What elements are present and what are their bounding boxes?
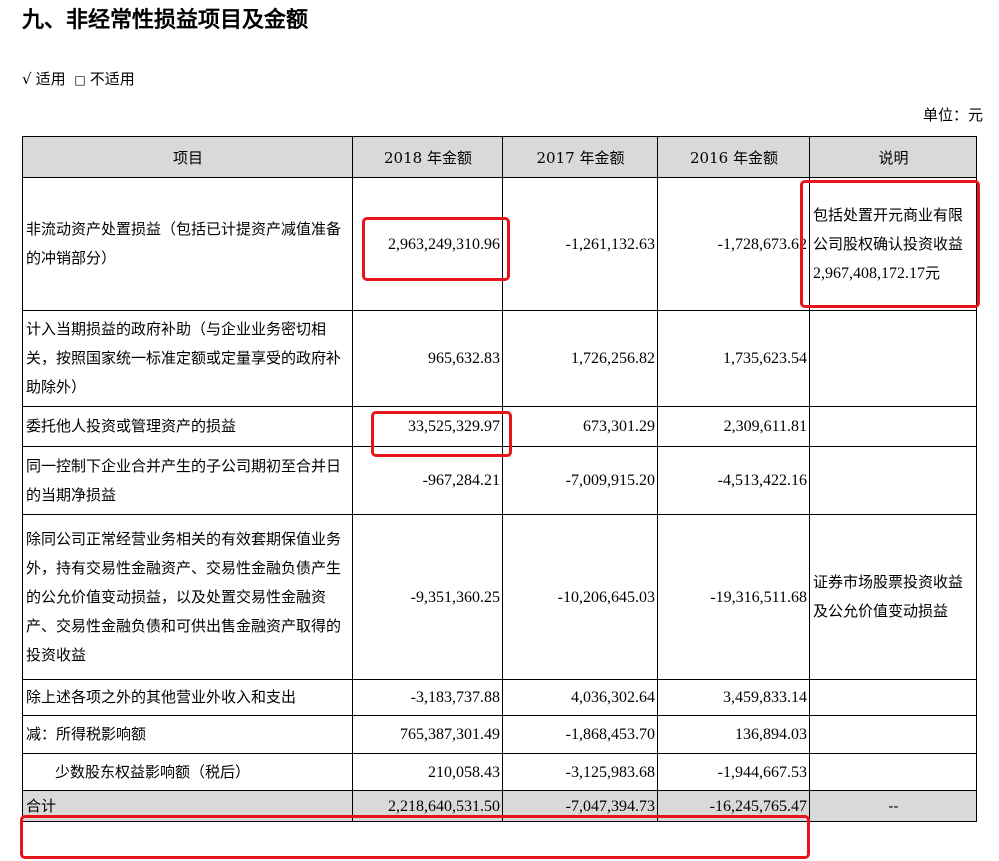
table-row: 除同公司正常经营业务相关的有效套期保值业务外，持有交易性金融资产、交易性金融负债…: [22, 514, 977, 680]
header-item: 项目: [22, 136, 353, 178]
row-note: 证券市场股票投资收益及公允价值变动损益: [809, 514, 977, 680]
row-value-2016: -1,728,673.62: [657, 177, 810, 311]
applicable-check-icon: √: [22, 70, 32, 88]
total-value-2018: 2,218,640,531.50: [352, 790, 503, 822]
row-value-2016: 1,735,623.54: [657, 310, 810, 407]
row-value-2017: -1,868,453.70: [502, 715, 658, 754]
row-item: 委托他人投资或管理资产的损益: [22, 406, 353, 447]
total-item: 合计: [22, 790, 353, 822]
row-value-2016: -19,316,511.68: [657, 514, 810, 680]
row-item: 除上述各项之外的其他营业外收入和支出: [22, 679, 353, 716]
row-value-2017: 4,036,302.64: [502, 679, 658, 716]
unit-label: 单位：元: [922, 106, 983, 124]
row-value-2018: 2,963,249,310.96: [352, 177, 503, 311]
row-note: [809, 310, 977, 407]
row-value-2017: 673,301.29: [502, 406, 658, 447]
row-value-2016: 2,309,611.81: [657, 406, 810, 447]
row-item: 少数股东权益影响额（税后）: [22, 753, 353, 791]
row-value-2017: -3,125,983.68: [502, 753, 658, 791]
row-value-2018: -967,284.21: [352, 446, 503, 515]
row-value-2018: 33,525,329.97: [352, 406, 503, 447]
section-title: 九、非经常性损益项目及金额: [22, 8, 309, 33]
table-header-row: 项目 2018 年金额 2017 年金额 2016 年金额 说明: [22, 136, 977, 178]
row-value-2018: 765,387,301.49: [352, 715, 503, 754]
row-value-2017: -10,206,645.03: [502, 514, 658, 680]
row-value-2017: -7,009,915.20: [502, 446, 658, 515]
header-2018: 2018 年金额: [352, 136, 503, 178]
row-note: [809, 679, 977, 716]
row-note-text: 包括处置开元商业有限公司股权确认投资收益: [813, 205, 964, 253]
total-note: --: [809, 790, 977, 822]
table-row: 少数股东权益影响额（税后） 210,058.43 -3,125,983.68 -…: [22, 753, 977, 791]
row-value-2017: -1,261,132.63: [502, 177, 658, 311]
row-note: [809, 753, 977, 791]
row-value-2018: 965,632.83: [352, 310, 503, 407]
row-value-2018: -9,351,360.25: [352, 514, 503, 680]
row-item: 减：所得税影响额: [22, 715, 353, 754]
table-row: 减：所得税影响额 765,387,301.49 -1,868,453.70 13…: [22, 715, 977, 754]
table-row: 同一控制下企业合并产生的子公司期初至合并日的当期净损益 -967,284.21 …: [22, 446, 977, 515]
row-value-2017: 1,726,256.82: [502, 310, 658, 407]
row-value-2016: 136,894.03: [657, 715, 810, 754]
total-value-2017: -7,047,394.73: [502, 790, 658, 822]
row-value-2018: -3,183,737.88: [352, 679, 503, 716]
table-row: 计入当期损益的政府补助（与企业业务密切相关，按照国家统一标准定额或定量享受的政府…: [22, 310, 977, 407]
row-note-amount: 2,967,408,172.17: [813, 264, 925, 282]
row-note-suffix: 元: [925, 263, 941, 282]
row-item: 计入当期损益的政府补助（与企业业务密切相关，按照国家统一标准定额或定量享受的政府…: [22, 310, 353, 407]
table-row: 委托他人投资或管理资产的损益 33,525,329.97 673,301.29 …: [22, 406, 977, 447]
header-note: 说明: [809, 136, 977, 178]
table-row: 非流动资产处置损益（包括已计提资产减值准备的冲销部分） 2,963,249,31…: [22, 177, 977, 311]
row-note: 包括处置开元商业有限公司股权确认投资收益 2,967,408,172.17元: [809, 177, 977, 311]
not-applicable-label: 不适用: [89, 70, 135, 88]
row-item: 同一控制下企业合并产生的子公司期初至合并日的当期净损益: [22, 446, 353, 515]
header-2017: 2017 年金额: [502, 136, 658, 178]
applicable-label: 适用: [35, 70, 66, 88]
non-recurring-gains-losses-table: 项目 2018 年金额 2017 年金额 2016 年金额 说明 非流动资产处置…: [22, 136, 977, 822]
row-value-2018: 210,058.43: [352, 753, 503, 791]
row-value-2016: -1,944,667.53: [657, 753, 810, 791]
row-note: [809, 406, 977, 447]
header-2016: 2016 年金额: [657, 136, 810, 178]
applicability-options: √ 适用 □ 不适用: [22, 68, 139, 91]
row-value-2016: -4,513,422.16: [657, 446, 810, 515]
row-item: 非流动资产处置损益（包括已计提资产减值准备的冲销部分）: [22, 177, 353, 311]
total-value-2016: -16,245,765.47: [657, 790, 810, 822]
row-note: [809, 715, 977, 754]
row-item: 除同公司正常经营业务相关的有效套期保值业务外，持有交易性金融资产、交易性金融负债…: [22, 514, 353, 680]
table-row: 除上述各项之外的其他营业外收入和支出 -3,183,737.88 4,036,3…: [22, 679, 977, 716]
row-note: [809, 446, 977, 515]
row-value-2016: 3,459,833.14: [657, 679, 810, 716]
not-applicable-checkbox-icon: □: [74, 73, 86, 87]
total-row: 合计 2,218,640,531.50 -7,047,394.73 -16,24…: [22, 790, 977, 822]
